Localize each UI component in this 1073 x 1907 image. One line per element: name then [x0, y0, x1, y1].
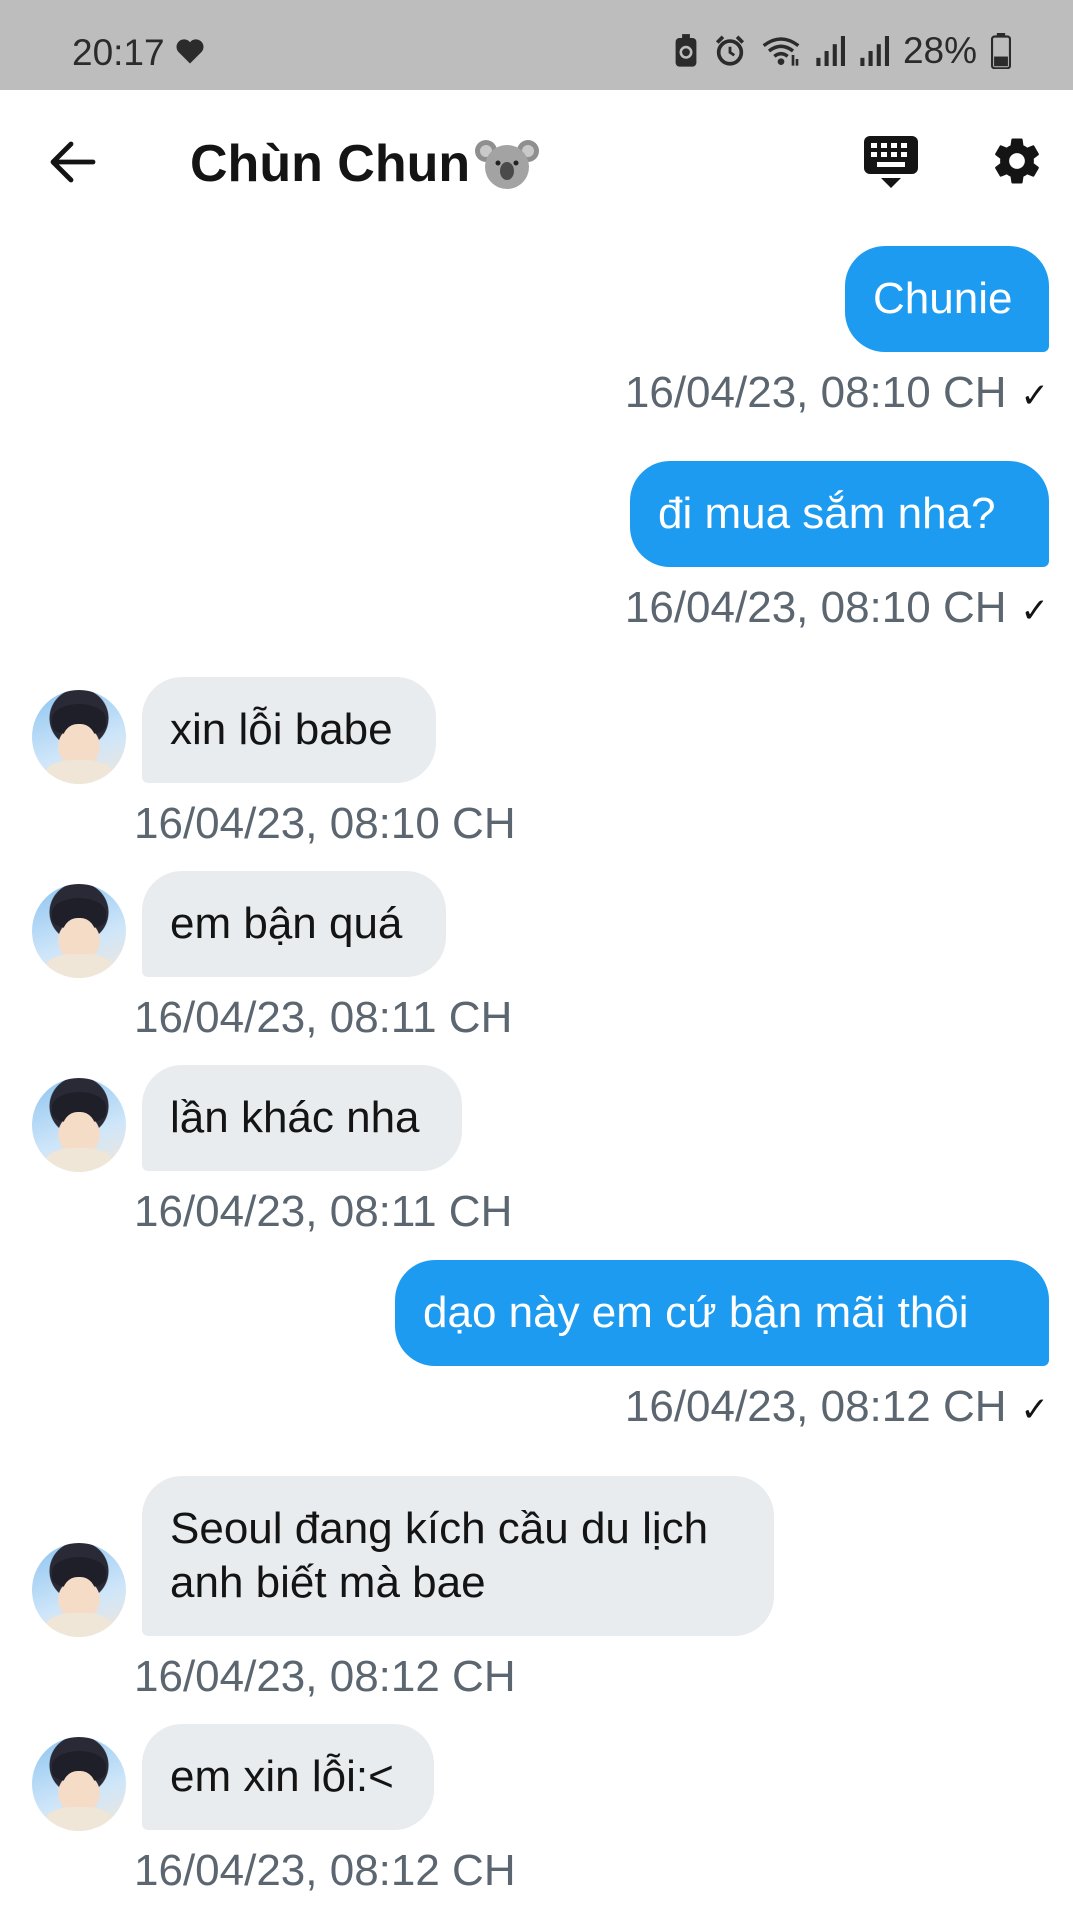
timestamp-text: 16/04/23, 08:10 CH — [624, 368, 1007, 417]
message-text: em bận quá — [170, 899, 403, 948]
avatar[interactable] — [32, 1543, 126, 1637]
sent-check-icon: ✓ — [1020, 377, 1050, 415]
wifi-icon — [761, 35, 801, 67]
timestamp-text: 16/04/23, 08:10 CH — [624, 583, 1007, 632]
message-bubble-incoming[interactable]: lần khác nha — [142, 1065, 462, 1171]
message-timestamp: 16/04/23, 08:10 CH ✓ — [625, 368, 1049, 418]
back-arrow-icon — [50, 141, 96, 183]
battery-icon — [991, 33, 1011, 69]
message-bubble-outgoing[interactable]: đi mua sắm nha? — [630, 461, 1049, 567]
timestamp-text: 16/04/23, 08:12 CH — [134, 1652, 516, 1701]
signal-icon — [815, 36, 845, 66]
message-text: em xin lỗi:< — [170, 1752, 394, 1801]
sent-check-icon: ✓ — [1020, 1391, 1050, 1429]
avatar[interactable] — [32, 1078, 126, 1172]
signal-icon — [859, 36, 889, 66]
message-timestamp: 16/04/23, 08:12 CH ✓ — [625, 1382, 1049, 1432]
chat-title: Chùn Chun — [190, 134, 540, 194]
timestamp-text: 16/04/23, 08:11 CH — [134, 993, 513, 1042]
koala-emoji — [474, 135, 540, 193]
message-timestamp: 16/04/23, 08:10 CH — [134, 799, 516, 849]
chat-title-text: Chùn Chun — [190, 135, 471, 193]
heart-icon — [175, 32, 205, 74]
status-time: 20:17 — [72, 32, 165, 73]
message-timestamp: 16/04/23, 08:11 CH — [134, 993, 512, 1043]
settings-button[interactable] — [990, 134, 1044, 188]
avatar[interactable] — [32, 690, 126, 784]
battery-saver-icon — [673, 34, 699, 68]
sent-check-icon: ✓ — [1020, 592, 1050, 630]
message-timestamp: 16/04/23, 08:11 CH — [134, 1187, 512, 1237]
status-time-group: 20:17 — [72, 32, 205, 74]
message-text: lần khác nha — [170, 1093, 420, 1142]
avatar[interactable] — [32, 1737, 126, 1831]
timestamp-text: 16/04/23, 08:10 CH — [134, 799, 516, 848]
message-text: Chunie — [873, 274, 1013, 323]
message-text: dạo này em cứ bận mãi thôi — [423, 1288, 969, 1337]
message-bubble-incoming[interactable]: em bận quá — [142, 871, 446, 977]
message-bubble-incoming[interactable]: Seoul đang kích cầu du lịch anh biết mà … — [142, 1476, 774, 1636]
message-timestamp: 16/04/23, 08:12 CH — [134, 1846, 516, 1896]
message-bubble-outgoing[interactable]: Chunie — [845, 246, 1049, 352]
message-text: đi mua sắm nha? — [658, 489, 996, 538]
timestamp-text: 16/04/23, 08:11 CH — [134, 1187, 513, 1236]
timestamp-text: 16/04/23, 08:12 CH — [624, 1382, 1007, 1431]
keyboard-icon — [864, 136, 918, 188]
message-text: xin lỗi babe — [170, 705, 393, 754]
keyboard-button[interactable] — [862, 134, 920, 190]
message-text: Seoul đang kích cầu du lịch anh biết mà … — [170, 1504, 709, 1607]
chat-header: Chùn Chun — [0, 90, 1073, 240]
back-button[interactable] — [46, 135, 100, 189]
message-bubble-incoming[interactable]: em xin lỗi:< — [142, 1724, 434, 1830]
alarm-icon — [713, 34, 747, 68]
battery-percent: 28% — [902, 30, 977, 71]
status-bar: 20:17 28% — [0, 0, 1073, 90]
message-timestamp: 16/04/23, 08:10 CH ✓ — [625, 583, 1049, 633]
gear-icon — [995, 138, 1039, 184]
message-bubble-outgoing[interactable]: dạo này em cứ bận mãi thôi — [395, 1260, 1049, 1366]
status-icons: 28% — [673, 30, 1011, 72]
koala-icon — [475, 140, 540, 189]
timestamp-text: 16/04/23, 08:12 CH — [134, 1846, 516, 1895]
message-timestamp: 16/04/23, 08:12 CH — [134, 1652, 516, 1702]
avatar[interactable] — [32, 884, 126, 978]
message-bubble-incoming[interactable]: xin lỗi babe — [142, 677, 436, 783]
